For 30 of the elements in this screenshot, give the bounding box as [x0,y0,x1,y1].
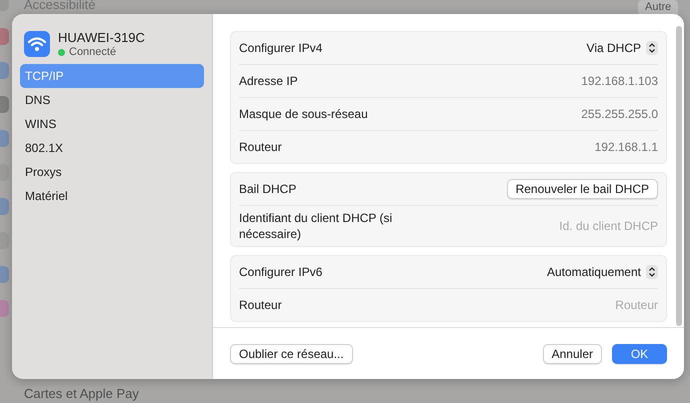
dialog-button[interactable]: Annuler [542,344,602,364]
row-label: Identifiant du client DHCP (si nécessaire) [239,210,394,243]
row-label: Routeur [239,297,282,314]
sidebar-item[interactable]: 802.1X [20,136,204,160]
row-label: Routeur [239,139,282,156]
scrollbar[interactable] [676,26,682,326]
input-field[interactable]: Id. du client DHCP [498,219,658,233]
row-value: 255.255.255.0 [581,107,658,121]
wifi-icon [24,31,50,57]
row-value: 192.168.1.1 [594,140,658,154]
row-label: Configurer IPv6 [239,264,322,281]
sidebar-item[interactable]: DNS [20,88,204,112]
stepper-icon [646,41,658,55]
connection-status: Connecté [69,46,116,58]
sidebar-item[interactable]: WINS [20,112,204,136]
sidebar-item[interactable]: Matériel [20,184,204,208]
popup-menu[interactable]: Via DHCP [586,41,658,55]
dialog-button[interactable]: OK [612,344,667,364]
renew-button[interactable]: Renouveler le bail DHCP [506,179,658,199]
sidebar-item[interactable]: Proxys [20,160,204,184]
row-label: Adresse IP [239,73,298,90]
forget-button[interactable]: Oublier ce réseau... [230,344,353,364]
network-name: HUAWEI-319C [58,30,145,45]
input-field[interactable]: Routeur [498,298,658,312]
row-label: Configurer IPv4 [239,40,322,57]
stepper-icon [646,265,658,279]
row-value: 192.168.1.103 [581,74,658,88]
popup-menu[interactable]: Automatiquement [546,265,658,279]
row-label: Masque de sous-réseau [239,106,368,123]
row-label: Bail DHCP [239,181,296,198]
